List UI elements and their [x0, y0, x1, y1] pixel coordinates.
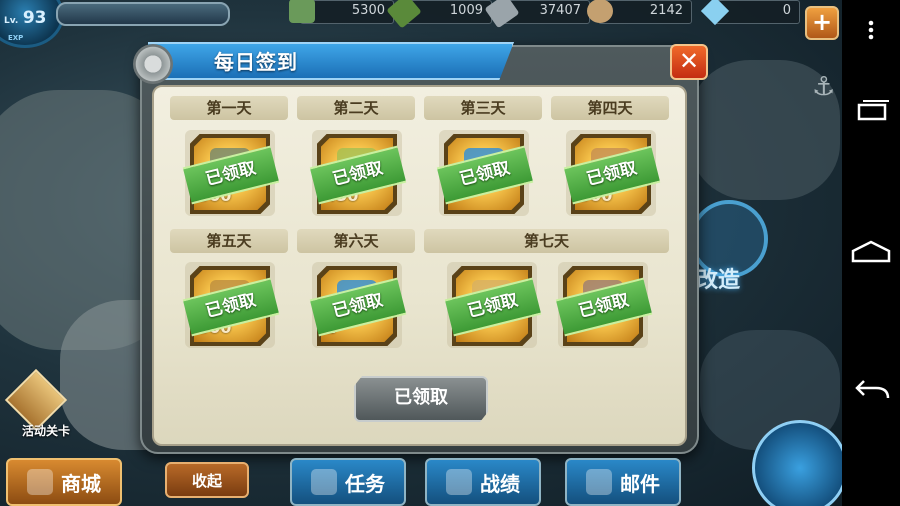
- claimed-button[interactable]: 已领取: [354, 376, 488, 422]
- reward-day-7-item-1[interactable]: 已领取: [444, 266, 542, 346]
- event-stage-button[interactable]: 活动关卡: [4, 368, 76, 440]
- back-arrow-icon: [855, 380, 890, 399]
- game-screen: Lv. 93 EXP 5300 1009 37407 2142 0 + ⚓ 活动…: [0, 0, 842, 506]
- menu-button[interactable]: [842, 0, 900, 60]
- records-label: 战绩: [480, 471, 520, 496]
- resource-gem[interactable]: 0: [700, 0, 800, 26]
- upgrade-label: 改造: [696, 268, 741, 293]
- close-button[interactable]: ✕: [670, 44, 708, 80]
- home-icon: [851, 240, 891, 263]
- reward-day-6[interactable]: 2 已领取: [309, 266, 407, 346]
- resource-bauxite[interactable]: 2142: [587, 0, 692, 24]
- resource-value: 2142: [649, 3, 683, 18]
- upgrade-button[interactable]: 改造: [690, 200, 780, 320]
- bauxite-icon: [587, 0, 613, 23]
- back-button[interactable]: [842, 362, 900, 422]
- system-navigation-bar: [842, 0, 900, 506]
- reward-day-1[interactable]: 300 已领取: [182, 134, 280, 214]
- recent-apps-icon: [857, 100, 889, 121]
- level-display: Lv. 93: [4, 8, 47, 28]
- recent-apps-button[interactable]: [842, 82, 900, 142]
- add-resource-button[interactable]: +: [805, 6, 839, 40]
- day-label-1: 第一天: [170, 96, 288, 120]
- anchor-icon: ⚓: [812, 72, 836, 102]
- collapse-button[interactable]: 收起: [165, 462, 249, 498]
- home-button[interactable]: [842, 222, 900, 282]
- reward-day-2[interactable]: 450 已领取: [309, 134, 407, 214]
- quest-scroll-icon: [311, 469, 337, 495]
- mail-button[interactable]: 邮件: [565, 458, 681, 506]
- sortie-button[interactable]: [752, 420, 842, 506]
- resource-value: 37407: [539, 3, 581, 18]
- dialog-title: 每日签到: [214, 50, 298, 74]
- resource-fuel[interactable]: 5300: [289, 0, 394, 24]
- reward-day-4[interactable]: 300 已领取: [563, 134, 661, 214]
- mail-icon: [586, 469, 612, 495]
- day-label-7: 第七天: [424, 229, 669, 253]
- gem-icon: [700, 0, 730, 26]
- day-label-6: 第六天: [297, 229, 415, 253]
- event-stage-label: 活动关卡: [21, 424, 70, 438]
- exp-label: EXP: [8, 34, 24, 42]
- fuel-icon: [289, 0, 315, 23]
- day-label-3: 第三天: [424, 96, 542, 120]
- day-label-5: 第五天: [170, 229, 288, 253]
- shop-label: 商城: [61, 471, 101, 496]
- resource-steel[interactable]: 37407: [484, 0, 590, 29]
- medal-icon: [446, 469, 472, 495]
- mail-label: 邮件: [620, 471, 660, 496]
- day-label-2: 第二天: [297, 96, 415, 120]
- shop-button[interactable]: 商城: [6, 458, 122, 506]
- reward-day-3[interactable]: 已领取: [436, 134, 534, 214]
- resource-ammo[interactable]: 1009: [386, 0, 492, 29]
- shop-icon: [27, 469, 53, 495]
- collapse-label: 收起: [191, 471, 222, 490]
- ammo-icon: [386, 0, 422, 29]
- reward-day-7-item-2[interactable]: 已领取: [555, 266, 653, 346]
- quests-button[interactable]: 任务: [290, 458, 406, 506]
- reward-day-5[interactable]: 300 已领取: [182, 266, 280, 346]
- quests-label: 任务: [345, 471, 385, 496]
- overflow-menu-icon: [868, 20, 874, 40]
- level-prefix: Lv.: [4, 16, 19, 26]
- resource-value: 1009: [449, 3, 483, 18]
- records-button[interactable]: 战绩: [425, 458, 541, 506]
- day-label-4: 第四天: [551, 96, 669, 120]
- dialog-title-banner: [148, 42, 514, 80]
- steel-icon: [484, 0, 520, 29]
- resource-value: 5300: [351, 3, 385, 18]
- resource-value: 0: [782, 3, 791, 18]
- level-value: 93: [22, 8, 47, 28]
- exp-bar: [56, 2, 230, 26]
- gear-icon: [133, 44, 173, 84]
